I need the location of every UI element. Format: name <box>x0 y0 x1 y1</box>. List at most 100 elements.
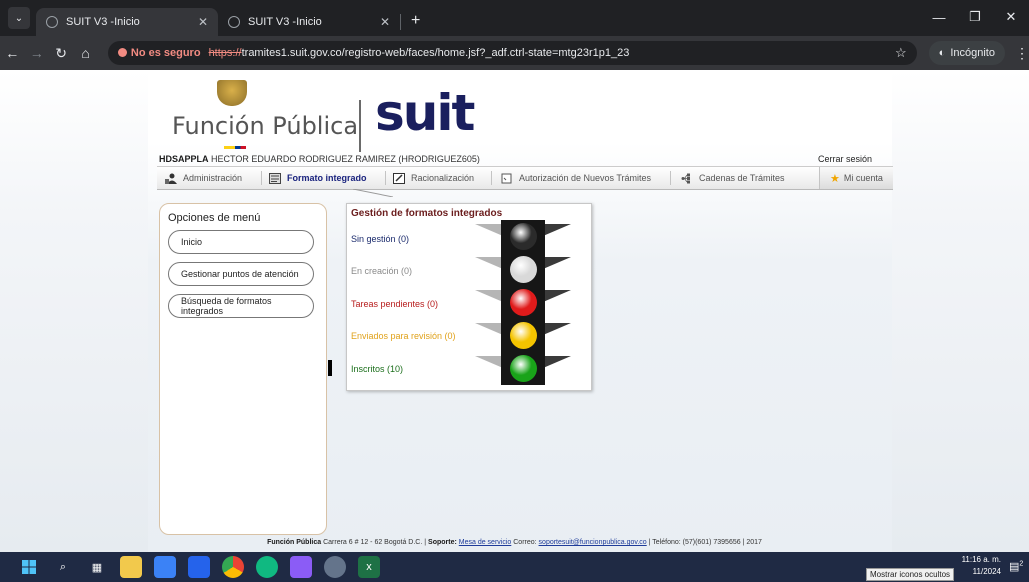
integrated-formats-status-panel: Gestión de formatos integrados Sin gesti… <box>346 203 592 391</box>
site-header-logo: Función Pública suit <box>172 80 492 156</box>
traffic-light-visor <box>475 356 503 368</box>
traffic-light-visor <box>543 323 571 335</box>
lamp-white-icon <box>510 256 537 283</box>
flag-stripe <box>224 146 246 149</box>
traffic-light-visor <box>475 224 503 236</box>
browser-tab-1[interactable]: SUIT V3 -Inicio ✕ <box>36 8 218 36</box>
page-margin-right <box>892 70 1029 552</box>
entity-name: Función Pública <box>172 112 359 140</box>
tab-search-button[interactable]: ⌄ <box>8 7 30 29</box>
tab-label: Formato integrado <box>287 173 367 183</box>
tab-autorizacion[interactable]: Autorización de Nuevos Trámites <box>501 167 651 189</box>
status-link-inscritos[interactable]: Inscritos (10) <box>351 364 403 374</box>
search-icon[interactable]: ⌕ <box>52 556 74 578</box>
globe-icon <box>228 16 240 28</box>
traffic-light-visor <box>475 323 503 335</box>
menu-item-label: Inicio <box>181 237 203 247</box>
browser-toolbar: ← → ↻ ⌂ No es seguro https:// tramites1.… <box>0 36 1029 70</box>
star-icon: ★ <box>830 172 840 185</box>
clock-time: 11:16 a. m. <box>961 555 1001 564</box>
my-account-tab[interactable]: ★ Mi cuenta <box>819 167 893 189</box>
mail-icon[interactable] <box>188 556 210 578</box>
tab-racionalizacion[interactable]: Racionalización <box>393 167 474 189</box>
restore-icon[interactable]: ❐ <box>957 0 993 34</box>
tab-separator <box>261 171 262 185</box>
traffic-light-visor <box>543 224 571 236</box>
page-footer: Función Pública Carrera 6 # 12 - 62 Bogo… <box>0 539 1029 551</box>
traffic-light-row <box>475 253 571 286</box>
incognito-button[interactable]: ◐ Incógnito <box>928 41 1005 65</box>
store-icon[interactable] <box>154 556 176 578</box>
browser-menu-icon[interactable]: ⋮ <box>1015 45 1029 62</box>
home-icon[interactable]: ⌂ <box>73 45 97 61</box>
url-path: /registro-web/faces/home.jsf?_adf.ctrl-s… <box>341 47 630 59</box>
traffic-light-housing <box>501 352 545 385</box>
traffic-light-housing <box>501 253 545 286</box>
photos-icon[interactable] <box>290 556 312 578</box>
app-icon[interactable] <box>256 556 278 578</box>
excel-icon[interactable]: x <box>358 556 380 578</box>
notification-center-icon[interactable]: ▤2 <box>1009 560 1023 574</box>
menu-item-busqueda-formatos[interactable]: Búsqueda de formatos integrados <box>168 294 314 318</box>
system-clock[interactable]: 11:16 a. m. 11/2024 <box>962 554 1001 578</box>
chrome-incognito-icon[interactable] <box>324 556 346 578</box>
new-tab-button[interactable]: + <box>401 12 430 36</box>
tab-administracion[interactable]: Administración <box>165 167 242 189</box>
status-link-enviados-revision[interactable]: Enviados para revisión (0) <box>351 331 456 341</box>
close-tab-icon[interactable]: ✕ <box>380 15 390 29</box>
bookmark-star-icon[interactable]: ☆ <box>895 45 907 61</box>
sidebar-collapse-handle[interactable] <box>328 360 332 376</box>
traffic-light-housing <box>501 286 545 319</box>
windows-start-icon[interactable] <box>18 556 40 578</box>
file-explorer-icon[interactable] <box>120 556 142 578</box>
coat-of-arms-icon <box>217 80 247 106</box>
tab-formato-integrado[interactable]: Formato integrado <box>269 167 367 189</box>
support-desk-link[interactable]: Mesa de servicio <box>459 539 512 546</box>
task-view-icon[interactable]: ▦ <box>86 556 108 578</box>
product-logo: suit <box>375 84 475 142</box>
traffic-light-row <box>475 286 571 319</box>
tab-cadenas[interactable]: Cadenas de Trámites <box>681 167 785 189</box>
traffic-light-visor <box>543 290 571 302</box>
menu-item-gestionar-puntos[interactable]: Gestionar puntos de atención <box>168 262 314 286</box>
admin-icon <box>165 173 177 184</box>
minimize-icon[interactable]: — <box>921 0 957 34</box>
url-protocol: https:// <box>208 47 242 59</box>
status-link-sin-gestion[interactable]: Sin gestión (0) <box>351 234 409 244</box>
menu-item-inicio[interactable]: Inicio <box>168 230 314 254</box>
traffic-light-row <box>475 352 571 385</box>
incognito-icon: ◐ <box>938 47 946 59</box>
status-link-tareas-pendientes[interactable]: Tareas pendientes (0) <box>351 299 438 309</box>
tab-separator <box>385 171 386 185</box>
form-icon <box>269 172 281 184</box>
lamp-yellow-icon <box>510 322 537 349</box>
close-tab-icon[interactable]: ✕ <box>198 15 208 29</box>
not-secure-badge[interactable]: No es seguro <box>117 47 201 59</box>
footer-address: Carrera 6 # 12 - 62 Bogotá D.C. | <box>323 539 427 546</box>
address-bar[interactable]: No es seguro https:// tramites1.suit.gov… <box>107 41 917 65</box>
clock-date: 11/2024 <box>972 567 1001 576</box>
traffic-light-row <box>475 220 571 253</box>
hidden-icons-tooltip: Mostrar iconos ocultos <box>866 568 955 581</box>
edit-icon <box>393 172 405 184</box>
reload-icon[interactable]: ↻ <box>49 45 73 62</box>
logout-link[interactable]: Cerrar sesión <box>818 154 872 164</box>
close-window-icon[interactable]: ✕ <box>993 0 1029 34</box>
traffic-light-visor <box>543 356 571 368</box>
my-account-label: Mi cuenta <box>843 173 883 183</box>
status-link-en-creacion[interactable]: En creación (0) <box>351 266 412 276</box>
support-email-link[interactable]: soportesuit@funcionpublica.gov.co <box>539 539 647 546</box>
tab-separator <box>491 171 492 185</box>
lamp-off-icon <box>510 223 537 250</box>
menu-item-label: Gestionar puntos de atención <box>181 269 299 279</box>
page-margin-left <box>0 70 148 552</box>
chrome-icon[interactable] <box>222 556 244 578</box>
back-icon[interactable]: ← <box>0 45 24 61</box>
browser-tab-2[interactable]: SUIT V3 -Inicio ✕ <box>218 8 400 36</box>
main-nav-tabs: Administración Formato integrado Raciona… <box>157 166 893 197</box>
forward-icon[interactable]: → <box>24 45 48 61</box>
tab-label: Autorización de Nuevos Trámites <box>519 173 652 183</box>
sidebar-title: Opciones de menú <box>168 212 261 224</box>
traffic-light-housing <box>501 319 545 352</box>
menu-item-label: Búsqueda de formatos integrados <box>181 296 272 316</box>
